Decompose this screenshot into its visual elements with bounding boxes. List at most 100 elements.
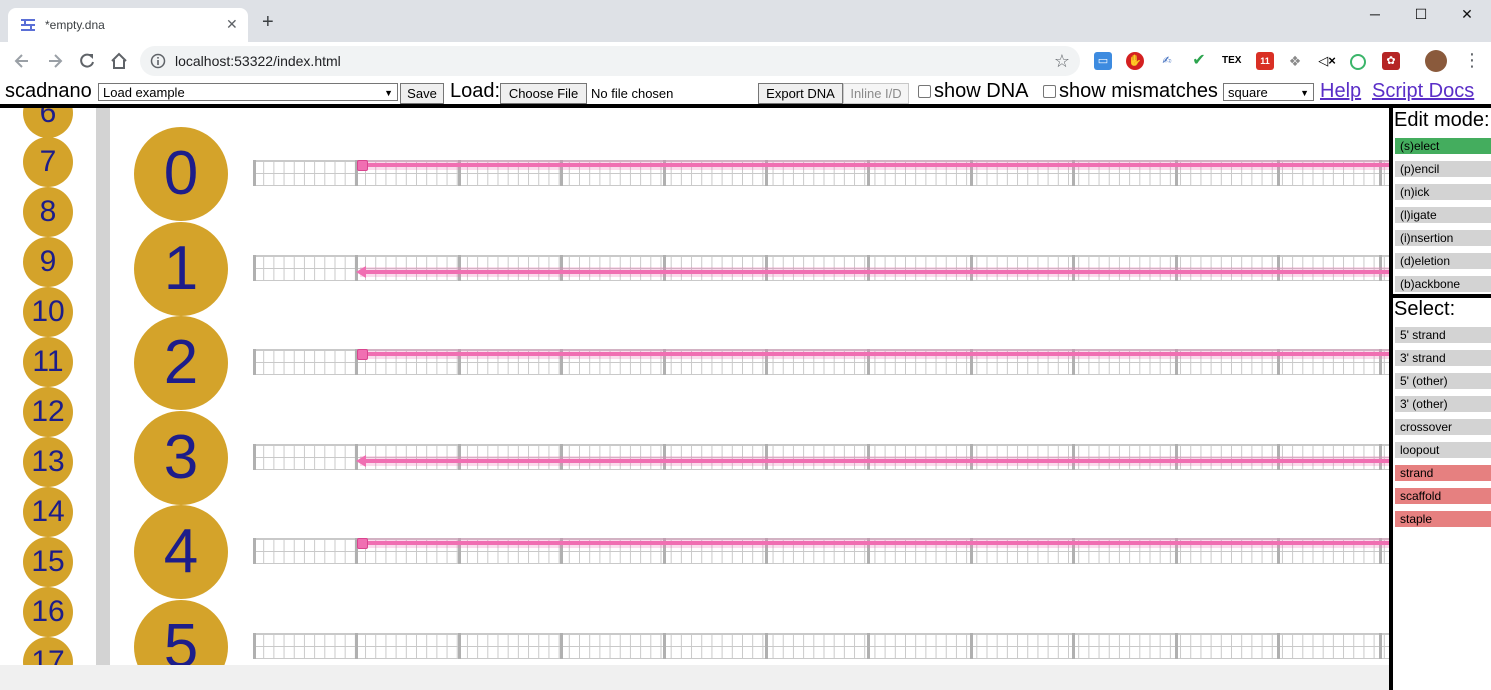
edit-mode-button[interactable]: (s)elect <box>1395 138 1491 154</box>
select-filter-button[interactable]: 3' (other) <box>1395 396 1491 412</box>
grid-select[interactable]: square ▼ <box>1223 83 1314 101</box>
edit-mode-button[interactable]: (d)eletion <box>1395 253 1491 269</box>
helix-circle[interactable]: 3 <box>134 410 228 505</box>
side-helix-circle[interactable]: 8 <box>23 187 73 237</box>
select-filter-button[interactable]: 5' (other) <box>1395 373 1491 389</box>
five-prime-end[interactable] <box>357 349 368 360</box>
edit-mode-button[interactable]: (l)igate <box>1395 207 1491 223</box>
puzzle-extension-icon[interactable]: ✿ <box>1382 52 1400 70</box>
five-prime-end[interactable] <box>357 160 368 171</box>
info-icon[interactable] <box>150 53 166 69</box>
major-tick <box>560 632 564 659</box>
forward-icon[interactable] <box>45 51 65 71</box>
select-filter-button[interactable]: loopout <box>1395 442 1491 458</box>
side-helix-circle[interactable]: 7 <box>23 137 73 187</box>
home-icon[interactable] <box>109 51 129 71</box>
edit-mode-button[interactable]: (p)encil <box>1395 161 1491 177</box>
side-helix-label: 8 <box>39 195 57 228</box>
browser-menu-icon[interactable]: ⋮ <box>1463 50 1481 71</box>
helix-circle[interactable]: 0 <box>134 127 228 221</box>
strand-domain[interactable] <box>360 458 1389 463</box>
app-toolbar: scadnano Load example ▼ Save Load: Choos… <box>0 80 1491 104</box>
address-bar[interactable]: localhost:53322/index.html ☆ <box>140 46 1080 76</box>
select-filter-button[interactable]: strand <box>1395 465 1491 481</box>
helix-circle[interactable]: 2 <box>134 316 228 410</box>
side-helix-circle[interactable]: 17 <box>23 637 73 665</box>
side-helix-circle[interactable]: 11 <box>23 337 73 387</box>
major-tick <box>253 254 256 281</box>
horizontal-scrollbar[interactable] <box>0 665 1389 690</box>
minimize-button[interactable]: ─ <box>1352 6 1398 26</box>
reload-icon[interactable] <box>77 51 97 71</box>
side-helix-label: 12 <box>31 395 65 428</box>
script-docs-link[interactable]: Script Docs <box>1372 80 1474 103</box>
choose-file-button[interactable]: Choose File <box>500 83 587 104</box>
app-name: scadnano <box>5 80 92 102</box>
side-helix-circle[interactable]: 16 <box>23 587 73 637</box>
side-helix-circle[interactable]: 14 <box>23 487 73 537</box>
chat-extension-icon[interactable]: ▭ <box>1094 52 1112 70</box>
side-helix-label: 13 <box>31 445 65 478</box>
helix-grid[interactable] <box>253 632 1389 659</box>
show-mismatches-checkbox[interactable] <box>1043 85 1056 98</box>
helix-circle[interactable]: 4 <box>134 505 228 599</box>
side-helix-label: 15 <box>31 545 65 578</box>
major-tick <box>1379 632 1383 659</box>
browser-nav-bar: localhost:53322/index.html ☆ ▭ ✋ ✍ ✔ TEX… <box>0 42 1491 81</box>
new-tab-button[interactable]: + <box>262 12 274 32</box>
load-example-select[interactable]: Load example ▼ <box>98 83 398 101</box>
side-helix-circle[interactable]: 6 <box>23 108 73 138</box>
side-helix-label: 6 <box>39 108 57 129</box>
main-view[interactable]: 0 1 2 3 4 5 <box>110 108 1389 665</box>
tab-close-icon[interactable]: ✕ <box>226 16 238 33</box>
select-filter-button[interactable]: crossover <box>1395 419 1491 435</box>
side-helix-label: 9 <box>39 245 57 278</box>
view-splitter[interactable] <box>96 108 110 665</box>
edit-mode-title: Edit mode: <box>1394 109 1490 131</box>
grid-select-value: square <box>1228 85 1268 100</box>
profile-avatar[interactable] <box>1425 50 1447 72</box>
strand-domain[interactable] <box>360 541 1389 545</box>
edit-mode-button[interactable]: (b)ackbone <box>1395 276 1491 292</box>
check-extension-icon[interactable]: ✔ <box>1190 52 1208 70</box>
pen-extension-icon[interactable]: ✍ <box>1158 52 1176 70</box>
helix-circle[interactable]: 5 <box>134 599 228 665</box>
save-button[interactable]: Save <box>400 83 444 104</box>
helix-label: 4 <box>163 517 199 586</box>
select-filter-button[interactable]: 5' strand <box>1395 327 1491 343</box>
show-dna-checkbox[interactable] <box>918 85 931 98</box>
side-helix-circle[interactable]: 9 <box>23 237 73 287</box>
mute-extension-icon[interactable]: ◁× <box>1318 52 1336 70</box>
bookmark-star-icon[interactable]: ☆ <box>1054 51 1070 72</box>
help-link[interactable]: Help <box>1320 80 1361 103</box>
close-window-button[interactable]: ✕ <box>1444 6 1490 26</box>
three-prime-end[interactable] <box>356 454 366 467</box>
adblock-extension-icon[interactable]: ✋ <box>1126 52 1144 70</box>
five-prime-end[interactable] <box>357 538 368 549</box>
circle-extension-icon[interactable] <box>1350 54 1366 70</box>
side-helix-circle[interactable]: 10 <box>23 287 73 337</box>
three-prime-end[interactable] <box>356 265 366 278</box>
mail-extension-icon[interactable]: 11 <box>1256 52 1274 70</box>
helix-circle[interactable]: 1 <box>134 221 228 316</box>
edit-mode-button[interactable]: (i)nsertion <box>1395 230 1491 246</box>
dropbox-extension-icon[interactable]: ❖ <box>1286 52 1304 70</box>
select-filter-button[interactable]: scaffold <box>1395 488 1491 504</box>
strand-domain[interactable] <box>360 352 1389 356</box>
select-filter-button[interactable]: 3' strand <box>1395 350 1491 366</box>
strand-domain[interactable] <box>360 163 1389 167</box>
inline-id-button[interactable]: Inline I/D <box>843 83 909 104</box>
side-helix-circle[interactable]: 13 <box>23 437 73 487</box>
maximize-button[interactable]: ☐ <box>1398 6 1444 26</box>
browser-tab[interactable]: *empty.dna ✕ <box>8 8 248 42</box>
tab-title: *empty.dna <box>45 18 105 32</box>
export-dna-button[interactable]: Export DNA <box>758 83 843 104</box>
back-icon[interactable] <box>12 51 32 71</box>
select-filter-button[interactable]: staple <box>1395 511 1491 527</box>
side-helix-circle[interactable]: 12 <box>23 387 73 437</box>
tex-extension-icon[interactable]: TEX <box>1222 52 1241 70</box>
edit-mode-button[interactable]: (n)ick <box>1395 184 1491 200</box>
chevron-down-icon: ▼ <box>384 88 393 98</box>
side-helix-circle[interactable]: 15 <box>23 537 73 587</box>
strand-domain[interactable] <box>360 269 1389 274</box>
